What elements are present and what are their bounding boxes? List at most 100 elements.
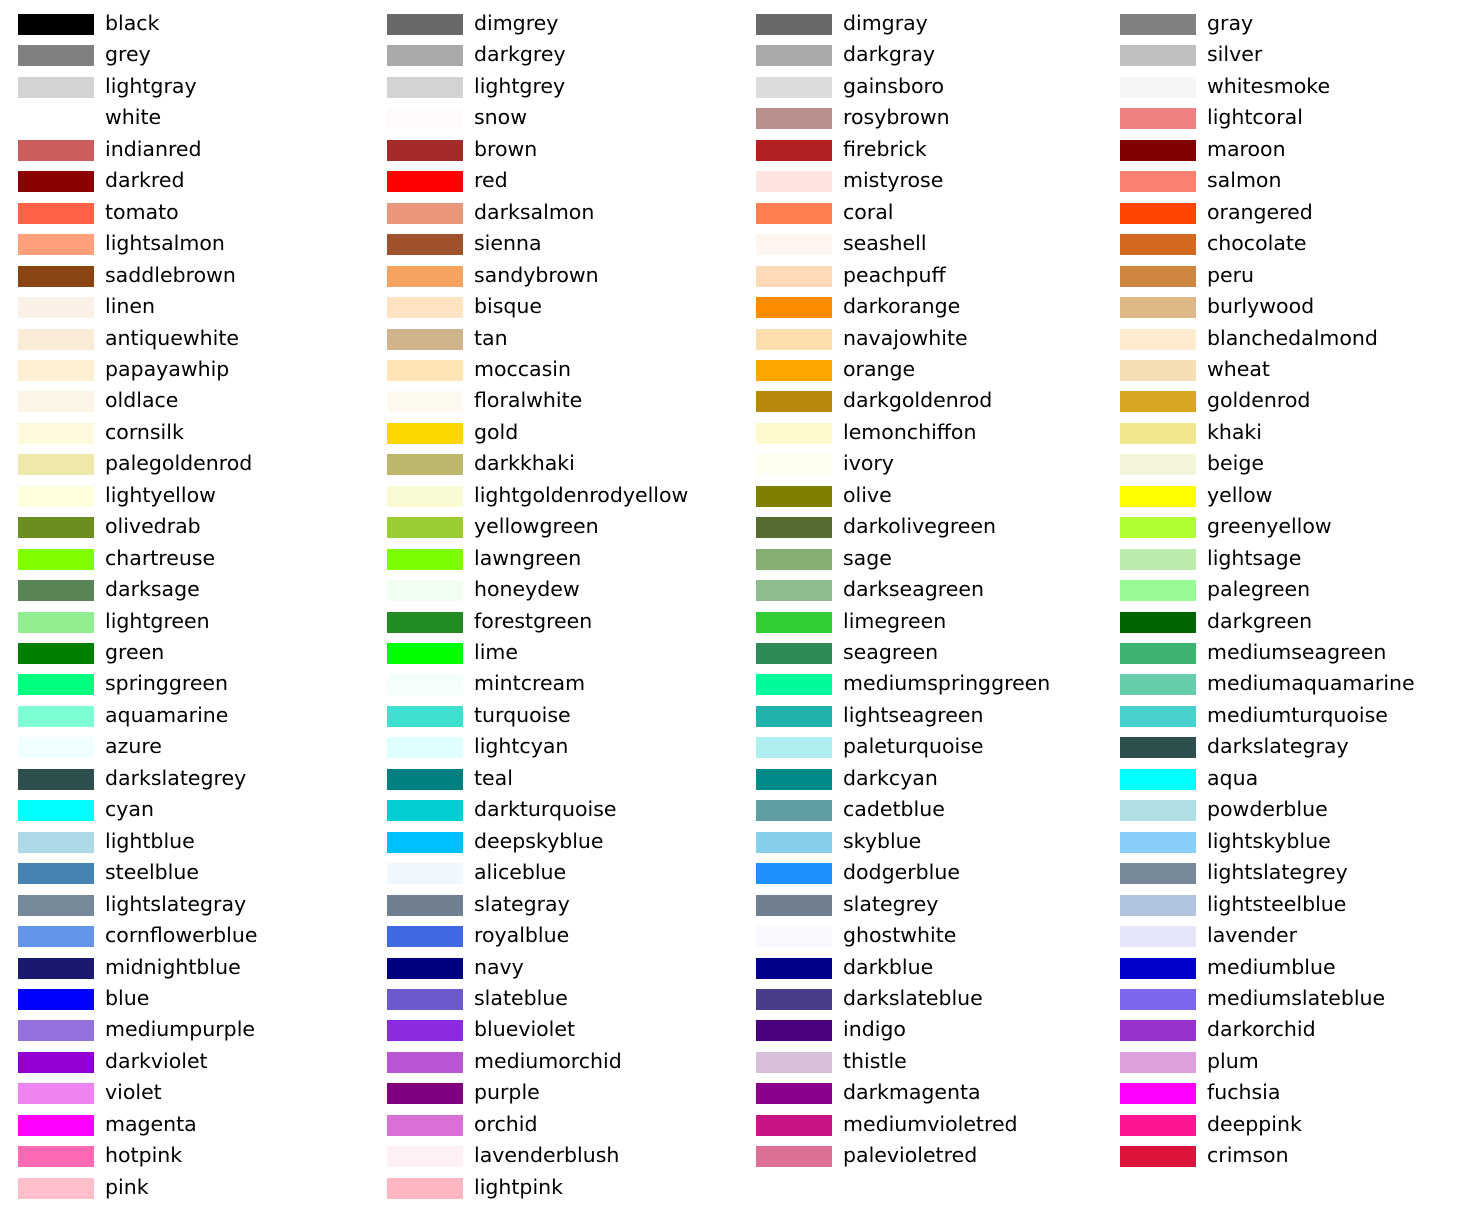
color-row: dimgray <box>738 8 1104 39</box>
color-row: peru <box>1102 260 1466 291</box>
color-row: lightcoral <box>1102 102 1466 133</box>
color-swatch <box>18 643 94 664</box>
color-name-label: darkkhaki <box>474 451 575 476</box>
color-row: coral <box>738 197 1104 228</box>
color-swatch <box>1120 580 1196 602</box>
color-swatch <box>1120 297 1196 319</box>
color-swatch <box>756 674 832 696</box>
color-swatch <box>18 737 94 759</box>
color-row: lightsage <box>1102 543 1466 574</box>
color-swatch <box>1120 202 1196 224</box>
color-row: orange <box>738 354 1104 385</box>
color-swatch <box>387 517 463 539</box>
color-row: sage <box>738 543 1104 574</box>
color-swatch <box>1120 1083 1196 1105</box>
color-name-label: cyan <box>105 797 154 822</box>
color-swatch <box>387 485 463 507</box>
color-row: violet <box>0 1077 366 1108</box>
color-row: yellowgreen <box>369 511 735 542</box>
color-swatch <box>756 1020 832 1042</box>
color-swatch <box>756 422 832 444</box>
color-name-label: violet <box>105 1080 162 1105</box>
color-row: aliceblue <box>369 857 735 888</box>
color-row: darkcyan <box>738 763 1104 794</box>
color-name-label: lavenderblush <box>474 1143 620 1168</box>
color-name-label: darkslategrey <box>105 765 247 790</box>
color-row: darkslateblue <box>738 983 1104 1014</box>
color-swatch <box>756 611 832 633</box>
color-row: lime <box>369 637 735 668</box>
color-row: red <box>369 165 735 196</box>
color-swatch <box>1120 422 1196 444</box>
color-row: cornflowerblue <box>0 920 366 951</box>
color-row: springgreen <box>0 668 366 699</box>
color-name-label: midnightblue <box>105 954 241 979</box>
color-swatch <box>18 894 94 916</box>
color-row: black <box>0 8 366 39</box>
color-row: honeydew <box>369 574 735 605</box>
color-swatch <box>756 1083 832 1105</box>
color-row: navajowhite <box>738 323 1104 354</box>
color-swatch <box>18 863 94 885</box>
color-swatch <box>756 894 832 916</box>
color-name-label: lightgoldenrodyellow <box>474 482 689 507</box>
color-swatch <box>387 14 463 35</box>
color-row: mediumslateblue <box>1102 983 1466 1014</box>
color-swatch <box>1120 108 1196 130</box>
color-row: lightgreen <box>0 606 366 637</box>
color-swatch <box>387 359 463 381</box>
color-name-label: cadetblue <box>843 797 945 822</box>
color-row: midnightblue <box>0 952 366 983</box>
color-name-label: firebrick <box>843 136 927 161</box>
color-name-label: indigo <box>843 1017 906 1042</box>
color-name-label: cornflowerblue <box>105 923 258 948</box>
color-name-label: grey <box>105 42 151 67</box>
color-swatch <box>18 988 94 1010</box>
color-swatch <box>756 800 832 822</box>
color-row: navy <box>369 952 735 983</box>
color-swatch <box>756 139 832 161</box>
color-swatch <box>387 674 463 696</box>
color-swatch <box>387 988 463 1010</box>
color-name-label: floralwhite <box>474 388 583 413</box>
color-swatch <box>387 76 463 98</box>
color-column-1: dimgrey darkgrey lightgrey snow brown red dark… <box>369 0 735 1231</box>
color-row: darkmagenta <box>738 1077 1104 1108</box>
color-row: gainsboro <box>738 71 1104 102</box>
color-swatch <box>18 265 94 287</box>
color-swatch <box>387 1083 463 1105</box>
color-name-label: lightsalmon <box>105 231 225 256</box>
color-name-label: skyblue <box>843 828 922 853</box>
color-swatch <box>18 768 94 790</box>
color-swatch <box>18 202 94 224</box>
color-swatch <box>387 391 463 413</box>
color-name-label: honeydew <box>474 577 580 602</box>
color-row: firebrick <box>738 134 1104 165</box>
color-row: forestgreen <box>369 606 735 637</box>
color-swatch <box>18 1114 94 1136</box>
color-swatch <box>756 548 832 570</box>
color-name-label: slategray <box>474 891 570 916</box>
color-name-label: lightpink <box>474 1174 564 1199</box>
color-name-label: darkgreen <box>1207 608 1313 633</box>
color-row: blanchedalmond <box>1102 323 1466 354</box>
color-name-label: blue <box>105 985 150 1010</box>
color-row: grey <box>0 39 366 70</box>
color-row: darkgrey <box>369 39 735 70</box>
color-row: antiquewhite <box>0 323 366 354</box>
color-name-label: mediumpurple <box>105 1017 256 1042</box>
color-row: indigo <box>738 1014 1104 1045</box>
color-row: darkblue <box>738 952 1104 983</box>
color-name-label: dodgerblue <box>843 860 960 885</box>
color-swatch <box>756 202 832 224</box>
color-swatch <box>1120 328 1196 350</box>
color-row: olivedrab <box>0 511 366 542</box>
color-swatch <box>387 139 463 161</box>
color-name-label: lightseagreen <box>843 702 984 727</box>
color-name-label: silver <box>1207 42 1263 67</box>
color-name-label: springgreen <box>105 671 229 696</box>
color-swatch <box>1120 265 1196 287</box>
color-name-label: red <box>474 168 508 193</box>
color-row: mediumblue <box>1102 952 1466 983</box>
color-row: cadetblue <box>738 794 1104 825</box>
